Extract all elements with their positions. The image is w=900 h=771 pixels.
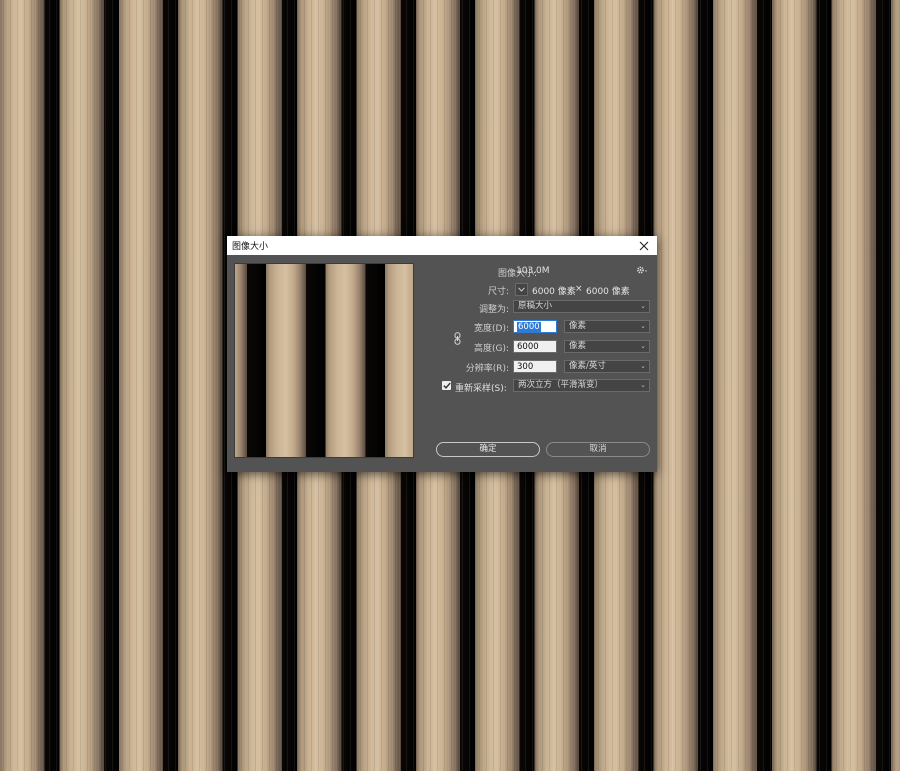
image-preview[interactable] [234,263,414,458]
height-value: 6000 [517,342,539,352]
chevron-down-icon: ⌄ [640,322,646,330]
image-size-dialog: 图像大小 图像大小: 103.0M 尺寸: 6000 像素 × 6000 像素 … [227,236,657,472]
width-label: 宽度(D): [474,324,509,334]
width-unit-select[interactable]: 像素 ⌄ [564,320,650,333]
chevron-down-icon: ⌄ [640,381,646,389]
fit-to-label: 调整为: [478,305,509,315]
dimensions-width: 6000 像素 [532,287,576,297]
chevron-down-icon[interactable] [515,283,528,296]
resolution-unit-select[interactable]: 像素/英寸 ⌄ [564,360,650,373]
dimensions-label: 尺寸: [487,287,509,297]
height-unit-select[interactable]: 像素 ⌄ [564,340,650,353]
resolution-label: 分辨率(R): [465,364,509,374]
gear-icon[interactable] [636,265,648,275]
height-input[interactable]: 6000 [513,340,557,353]
height-label: 高度(G): [473,344,509,354]
dialog-title: 图像大小 [232,242,269,252]
resample-label: 重新采样(S): [455,384,507,394]
fit-to-value: 原稿大小 [518,301,553,311]
width-value: 6000 [517,322,541,332]
resample-value: 两次立方（平滑渐变） [518,380,604,390]
width-unit: 像素 [569,321,587,331]
cancel-button[interactable]: 取消 [546,442,650,457]
resolution-value: 300 [517,362,534,372]
dimensions-height: 6000 像素 [586,287,630,297]
resample-checkbox[interactable] [442,381,451,390]
fit-to-select[interactable]: 原稿大小 ⌄ [513,300,650,313]
ok-button[interactable]: 确定 [436,442,540,457]
width-input[interactable]: 6000 [513,320,557,333]
image-size-value: 103.0M [516,266,550,276]
chevron-down-icon: ⌄ [640,342,646,350]
dialog-titlebar: 图像大小 [227,236,657,255]
resolution-input[interactable]: 300 [513,360,557,373]
dimensions-separator: × [575,284,583,294]
chevron-down-icon: ⌄ [640,362,646,370]
resolution-unit: 像素/英寸 [569,361,606,371]
chevron-down-icon: ⌄ [640,302,646,310]
height-unit: 像素 [569,341,587,351]
close-icon[interactable] [637,239,651,253]
resample-select[interactable]: 两次立方（平滑渐变） ⌄ [513,379,650,392]
